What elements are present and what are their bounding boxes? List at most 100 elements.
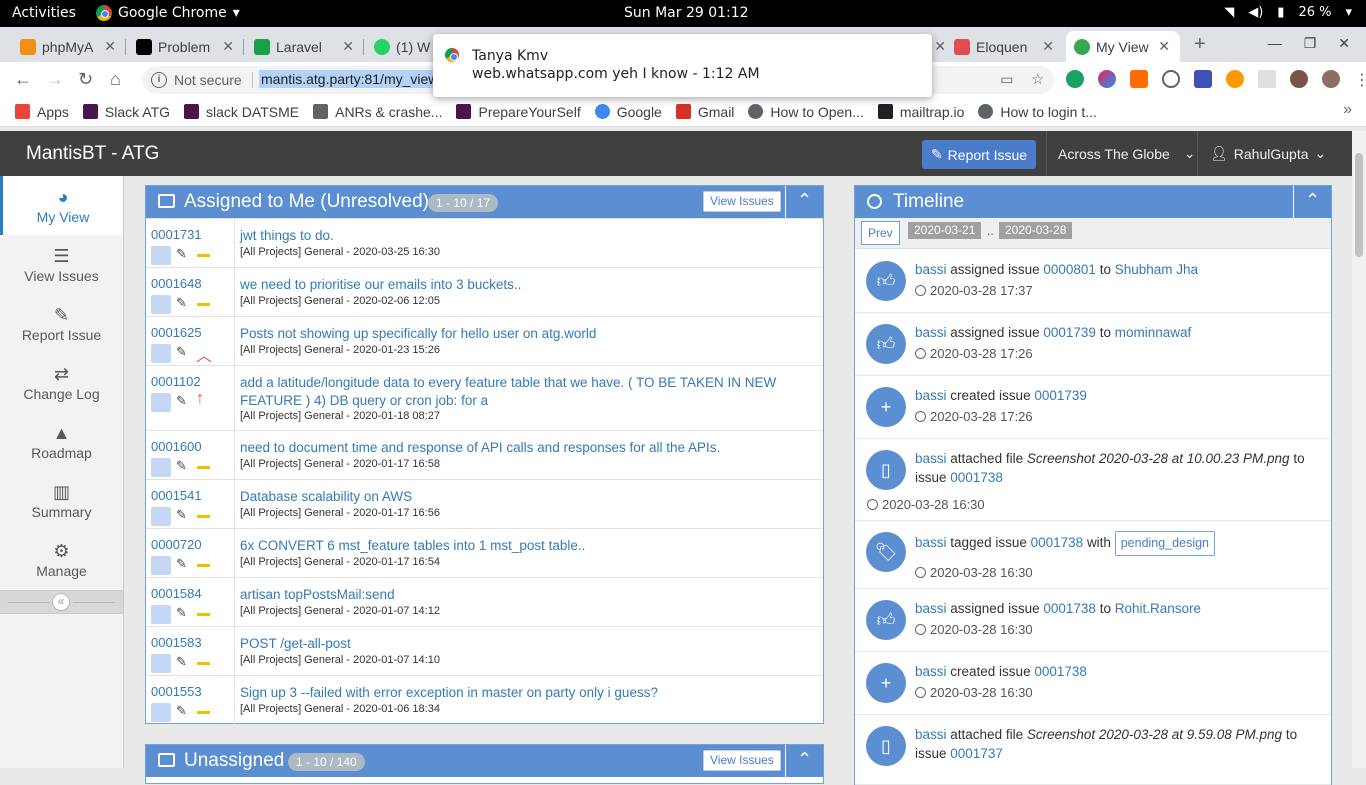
chevron-up-icon[interactable]: ⌃ [785, 745, 823, 777]
extension-gear-icon[interactable] [1226, 70, 1244, 88]
user-link[interactable]: Rohit.Ransore [1115, 601, 1201, 616]
issue-id-link[interactable]: 0001625 [151, 325, 202, 340]
chevron-up-icon[interactable]: ⌃ [1293, 186, 1331, 218]
profile-avatar[interactable] [1322, 70, 1340, 88]
info-icon[interactable]: i [151, 72, 167, 88]
user-menu[interactable]: 👤︎ RahulGupta ⌄ [1197, 131, 1333, 176]
bookmark-item[interactable]: ANRs & crashe... [313, 104, 442, 120]
forward-arrow-icon[interactable]: → [46, 69, 64, 90]
user-link[interactable]: bassi [915, 535, 947, 550]
scrollbar-thumb[interactable] [1355, 153, 1363, 257]
close-icon[interactable]: ✕ [342, 38, 354, 55]
close-window-icon[interactable]: ✕ [1338, 35, 1350, 52]
issue-id-link[interactable]: 0000720 [151, 537, 202, 552]
issue-summary-link[interactable]: we need to prioritise our emails into 3 … [240, 276, 810, 294]
browser-tab[interactable]: phpMyA ✕ [12, 31, 126, 62]
issue-id-link[interactable]: 0001583 [151, 635, 202, 650]
issue-summary-link[interactable]: jwt things to do. [240, 227, 810, 245]
brand-title[interactable]: MantisBT - ATG [26, 143, 159, 165]
user-link[interactable]: bassi [915, 601, 947, 616]
minimize-icon[interactable]: — [1268, 35, 1282, 52]
user-link[interactable]: bassi [915, 727, 947, 742]
widget-title[interactable]: Timeline [893, 191, 964, 213]
view-issues-button[interactable]: View Issues [703, 191, 781, 212]
issue-link[interactable]: 0000801 [1043, 262, 1096, 277]
not-secure-label[interactable]: Not secure [174, 72, 242, 88]
bookmark-item[interactable]: How to login t... [978, 104, 1097, 120]
sidebar-item-change-log[interactable]: ⇄ Change Log [0, 353, 123, 412]
maximize-icon[interactable]: ❐ [1304, 35, 1317, 52]
close-icon[interactable]: ✕ [222, 38, 234, 55]
bookmark-item[interactable]: Gmail [675, 104, 734, 120]
sidebar-item-manage[interactable]: ⚙ Manage [0, 530, 123, 589]
browser-tab[interactable]: Laravel ✕ [246, 31, 364, 62]
issue-id-link[interactable]: 0001731 [151, 227, 202, 242]
pencil-edit-icon[interactable]: ✎ [176, 458, 187, 474]
pencil-edit-icon[interactable]: ✎ [176, 654, 187, 670]
sidebar-item-report-issue[interactable]: ✎ Report Issue [0, 294, 123, 353]
issue-summary-link[interactable]: POST /get-all-post [240, 635, 810, 653]
extension-heart-icon[interactable] [1098, 70, 1116, 88]
pencil-edit-icon[interactable]: ✎ [176, 605, 187, 621]
sidebar-collapse-bar[interactable]: « [0, 590, 123, 614]
user-link[interactable]: bassi [915, 325, 947, 340]
new-tab-button[interactable]: + [1194, 33, 1206, 56]
browser-tab[interactable]: Problem ✕ [128, 31, 244, 62]
bookmark-item[interactable]: PrepareYourSelf [456, 104, 581, 120]
issue-summary-link[interactable]: 6x CONVERT 6 mst_feature tables into 1 m… [240, 537, 810, 555]
issue-link[interactable]: 0001737 [950, 746, 1003, 761]
pencil-edit-icon[interactable]: ✎ [176, 556, 187, 572]
close-icon[interactable]: ✕ [934, 38, 946, 55]
extension-ring-icon[interactable] [1162, 70, 1180, 88]
issue-id-link[interactable]: 0001600 [151, 439, 202, 454]
user-link[interactable]: bassi [915, 664, 947, 679]
bookmark-item[interactable]: How to Open... [748, 104, 864, 120]
bookmark-item[interactable]: Slack ATG [82, 104, 170, 120]
close-icon[interactable]: ✕ [1158, 38, 1170, 55]
issue-id-link[interactable]: 0001553 [151, 684, 202, 699]
pencil-edit-icon[interactable]: ✎ [176, 703, 187, 719]
widget-title[interactable]: Assigned to Me (Unresolved) [184, 191, 429, 213]
close-icon[interactable]: ✕ [104, 38, 116, 55]
notification-popup[interactable]: Tanya Kmv web.whatsapp.com yeh I know - … [433, 34, 932, 97]
extension-pen-icon[interactable] [1194, 70, 1212, 88]
browser-tab-active[interactable]: My View ✕ [1066, 31, 1180, 62]
bookmark-item[interactable]: Apps [15, 104, 69, 120]
cast-icon[interactable]: ▭ [1000, 71, 1013, 88]
issue-id-link[interactable]: 0001648 [151, 276, 202, 291]
issue-summary-link[interactable]: Posts not showing up specifically for he… [240, 325, 810, 343]
user-link[interactable]: Shubham Jha [1115, 262, 1198, 277]
home-icon[interactable]: ⌂ [110, 69, 121, 90]
issue-id-link[interactable]: 0001102 [151, 374, 201, 389]
chevron-up-icon[interactable]: ⌃ [785, 186, 823, 218]
reload-icon[interactable]: ↻ [78, 69, 93, 90]
sidebar-item-summary[interactable]: ▥ Summary [0, 471, 123, 530]
page-scrollbar[interactable] [1352, 131, 1366, 768]
pencil-edit-icon[interactable]: ✎ [176, 393, 187, 409]
issue-summary-link[interactable]: artisan topPostsMail:send [240, 586, 810, 604]
user-link[interactable]: mominnawaf [1115, 325, 1192, 340]
issue-link[interactable]: 0001738 [1031, 535, 1084, 550]
bookmark-item[interactable]: mailtrap.io [877, 104, 964, 120]
issue-link[interactable]: 0001738 [1043, 601, 1096, 616]
close-icon[interactable]: ✕ [1042, 38, 1054, 55]
pencil-edit-icon[interactable]: ✎ [176, 246, 187, 262]
bookmark-item[interactable]: slack DATSME [184, 104, 299, 120]
project-selector[interactable]: Across The Globe ⌄ [1046, 131, 1196, 176]
pencil-edit-icon[interactable]: ✎ [176, 507, 187, 523]
extension-list-icon[interactable] [1258, 70, 1276, 88]
issue-id-link[interactable]: 0001584 [151, 586, 202, 601]
bookmark-item[interactable]: Google [594, 104, 662, 120]
browser-tab[interactable]: Eloquen ✕ [946, 31, 1064, 62]
system-clock[interactable]: Sun Mar 29 01:12 [624, 5, 749, 21]
issue-link[interactable]: 0001738 [950, 470, 1003, 485]
report-issue-button[interactable]: ✎ Report Issue [922, 140, 1036, 169]
user-link[interactable]: bassi [915, 388, 947, 403]
issue-summary-link[interactable]: Sign up 3 --failed with error exception … [240, 684, 810, 702]
extension-walker-icon[interactable] [1290, 70, 1308, 88]
sidebar-item-roadmap[interactable]: ▲ Roadmap [0, 412, 123, 471]
issue-summary-link[interactable]: need to document time and response of AP… [240, 439, 810, 457]
user-link[interactable]: bassi [915, 451, 947, 466]
sidebar-item-view-issues[interactable]: ☰ View Issues [0, 235, 123, 294]
system-tray[interactable]: ◥ ◀) ▮ 26 % ▾ [1224, 5, 1352, 20]
